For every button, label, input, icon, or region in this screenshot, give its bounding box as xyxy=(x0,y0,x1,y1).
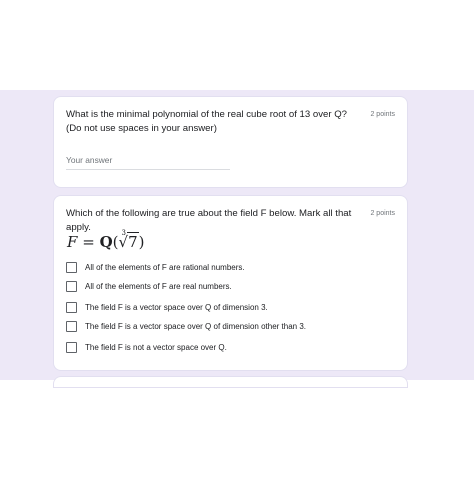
option-label: The field F is a vector space over Q of … xyxy=(85,302,268,312)
option-5[interactable]: The field F is not a vector space over Q… xyxy=(66,340,227,354)
checkbox[interactable] xyxy=(66,320,77,332)
option-3[interactable]: The field F is a vector space over Q of … xyxy=(66,300,268,314)
checkbox[interactable] xyxy=(66,301,77,313)
option-2[interactable]: All of the elements of F are real number… xyxy=(66,279,232,293)
checkbox[interactable] xyxy=(66,261,77,273)
option-label: All of the elements of F are real number… xyxy=(85,281,232,291)
question-card-2: Which of the following are true about th… xyxy=(54,196,407,370)
question-card-1: What is the minimal polynomial of the re… xyxy=(54,97,407,187)
question-1-points: 2 points xyxy=(370,111,395,118)
root-index: 3 xyxy=(121,229,126,237)
formula-equals: = xyxy=(82,233,95,251)
option-1[interactable]: All of the elements of F are rational nu… xyxy=(66,260,245,274)
radicand: 7 xyxy=(127,232,139,251)
option-label: The field F is not a vector space over Q… xyxy=(85,342,227,352)
question-card-3-partial xyxy=(54,377,407,387)
formula-lhs: F xyxy=(67,233,78,251)
formula-field: Q xyxy=(99,233,113,251)
field-formula: F = Q(3 √7) xyxy=(67,229,145,251)
option-4[interactable]: The field F is a vector space over Q of … xyxy=(66,319,306,333)
question-2-points: 2 points xyxy=(370,210,395,217)
question-2-text: Which of the following are true about th… xyxy=(66,208,352,233)
checkbox[interactable] xyxy=(66,280,77,292)
question-1-text: What is the minimal polynomial of the re… xyxy=(66,109,348,134)
answer-input[interactable]: Your answer xyxy=(66,155,230,170)
checkbox[interactable] xyxy=(66,341,77,353)
option-label: All of the elements of F are rational nu… xyxy=(85,262,245,272)
formula-close-paren: ) xyxy=(138,233,145,251)
option-label: The field F is a vector space over Q of … xyxy=(85,321,306,331)
cube-root: 3 √7 xyxy=(118,229,139,251)
